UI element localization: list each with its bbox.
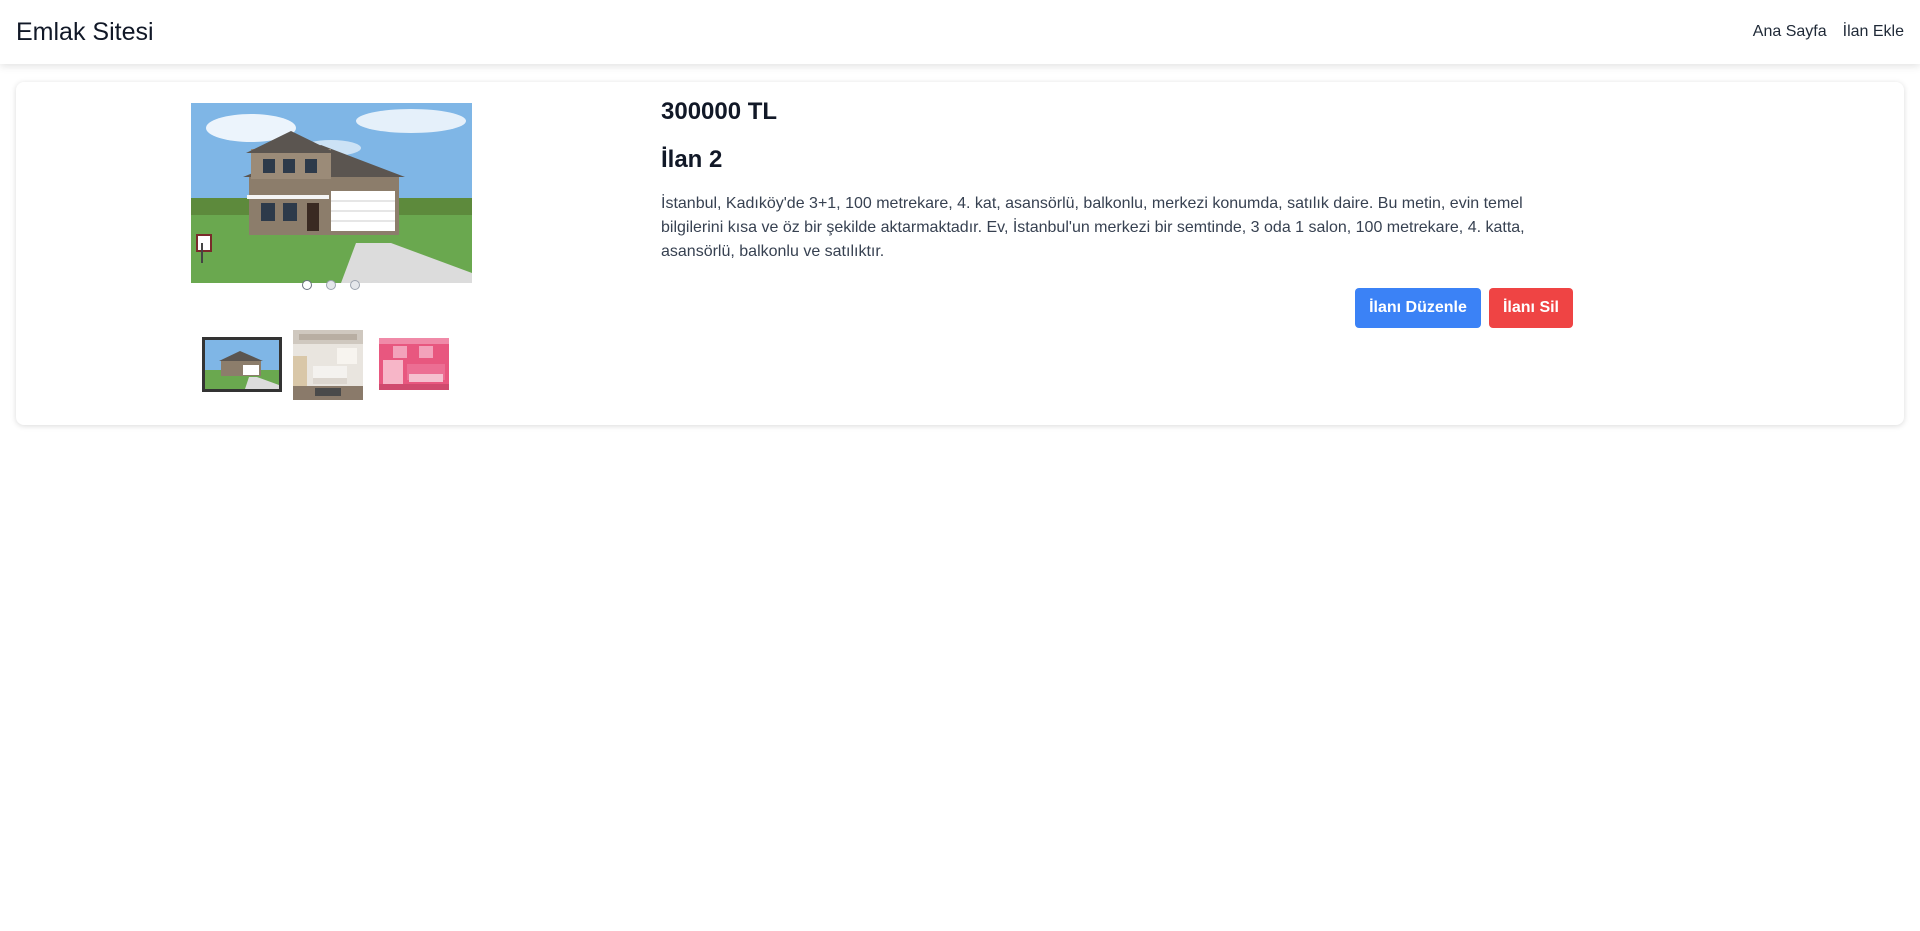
- nav-link-home[interactable]: Ana Sayfa: [1753, 23, 1827, 41]
- carousel-dots: [302, 280, 360, 290]
- nav-links: Ana Sayfa İlan Ekle: [1753, 23, 1904, 41]
- thumbnail-3[interactable]: [379, 338, 449, 390]
- delete-listing-button[interactable]: İlanı Sil: [1489, 288, 1573, 328]
- thumbnail-2[interactable]: [293, 330, 363, 400]
- site-brand[interactable]: Emlak Sitesi: [16, 18, 154, 47]
- listing-price: 300000 TL: [661, 98, 778, 125]
- thumbnail-1[interactable]: [202, 337, 282, 392]
- edit-listing-button[interactable]: İlanı Düzenle: [1355, 288, 1481, 328]
- carousel-dot-1[interactable]: [302, 280, 312, 290]
- listing-title: İlan 2: [661, 146, 723, 173]
- listing-description: İstanbul, Kadıköy'de 3+1, 100 metrekare,…: [661, 195, 1525, 260]
- carousel-dot-2[interactable]: [326, 280, 336, 290]
- listing-card: 300000 TL İlan 2 İstanbul, Kadıköy'de 3+…: [16, 82, 1904, 425]
- navbar: Emlak Sitesi Ana Sayfa İlan Ekle: [0, 0, 1920, 64]
- nav-link-add-listing[interactable]: İlan Ekle: [1843, 23, 1904, 41]
- carousel-dot-3[interactable]: [350, 280, 360, 290]
- main-photo[interactable]: [191, 103, 472, 283]
